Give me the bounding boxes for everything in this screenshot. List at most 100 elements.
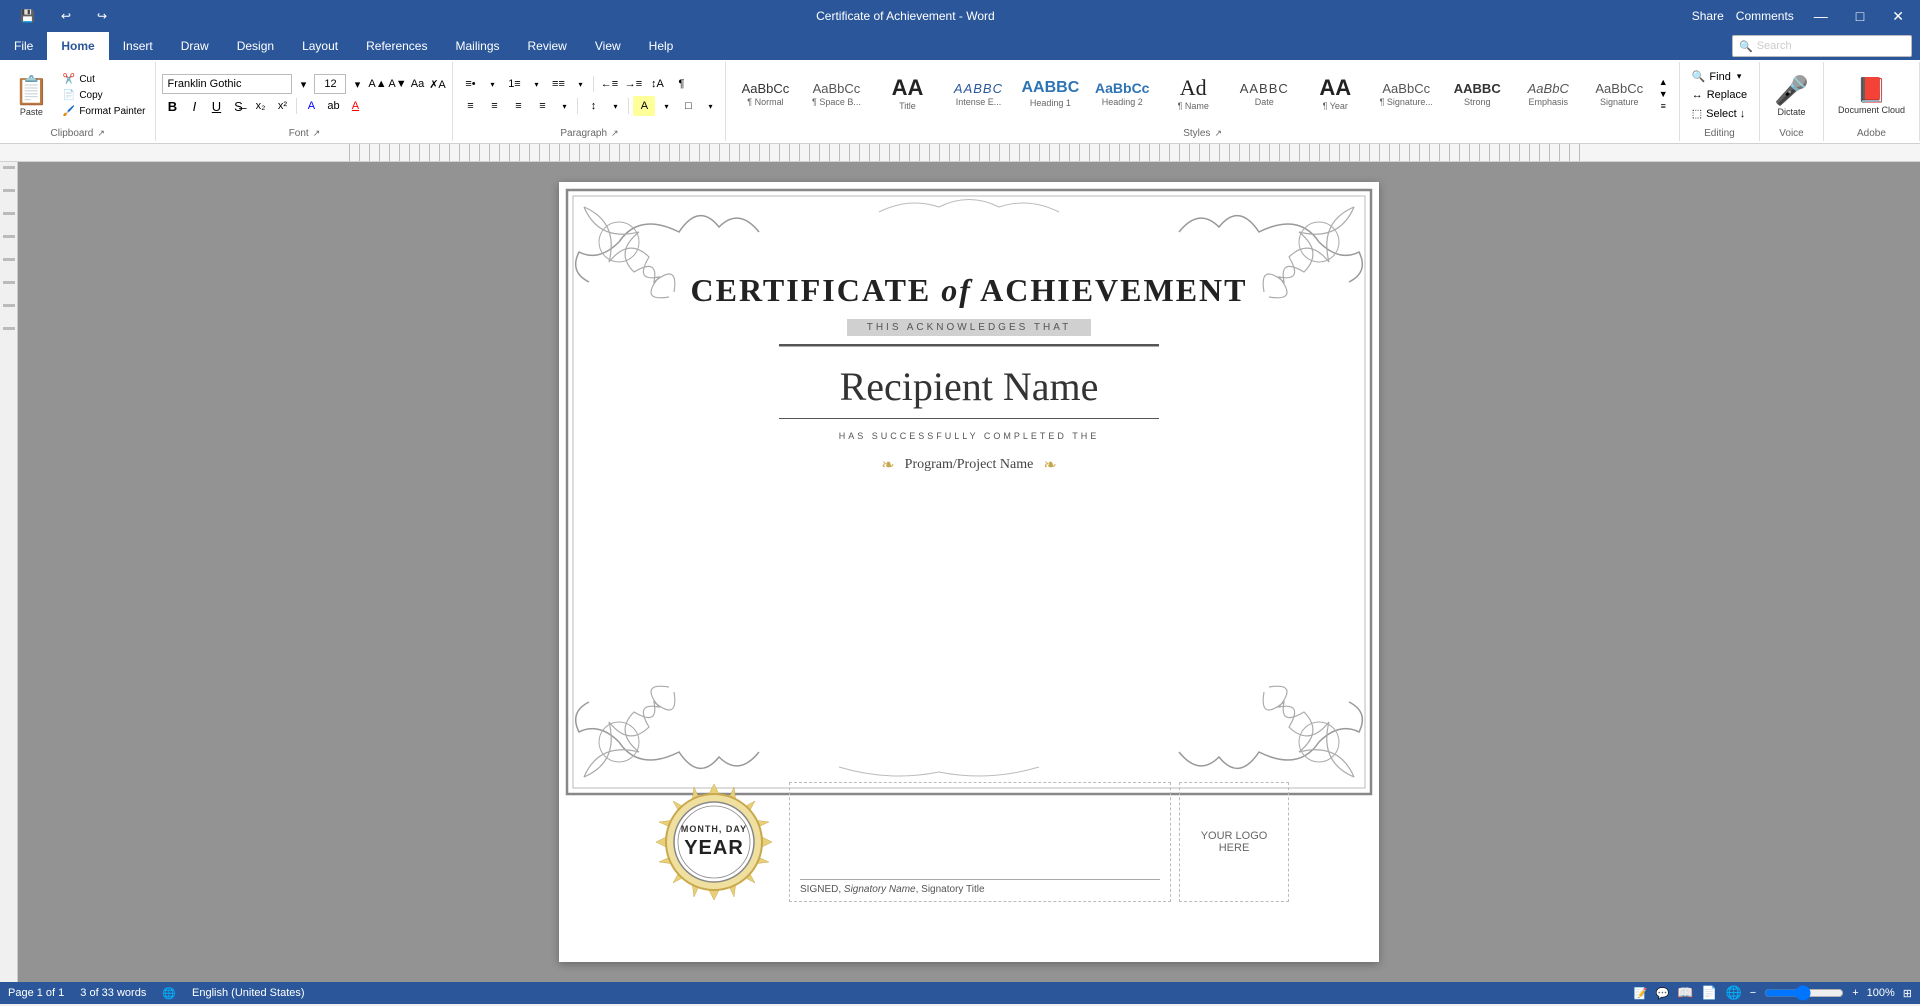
font-color-button[interactable]: A: [345, 96, 365, 116]
style-emphasis[interactable]: AaBbC Emphasis: [1513, 64, 1583, 124]
style-space-before[interactable]: AaBbCc ¶ Space B...: [801, 64, 871, 124]
quick-access-undo[interactable]: ↩: [49, 5, 83, 27]
clear-formatting-button[interactable]: ✗A: [428, 75, 446, 93]
paragraph-expand-icon[interactable]: ↗: [611, 128, 619, 139]
font-shrink-button[interactable]: A▼: [388, 75, 406, 93]
style-name[interactable]: Ad ¶ Name: [1158, 64, 1228, 124]
strikethrough-button[interactable]: S̶: [228, 96, 248, 116]
copy-button[interactable]: 📄 Copy: [59, 88, 150, 103]
alignment-dropdown[interactable]: ▾: [555, 97, 573, 115]
style-intense-emphasis[interactable]: AABBC Intense E...: [943, 64, 1013, 124]
style-year[interactable]: AA ¶ Year: [1300, 64, 1370, 124]
borders-button[interactable]: □: [677, 96, 699, 116]
adobe-button[interactable]: 📕 Document Cloud: [1830, 74, 1913, 117]
document-page[interactable]: CERTIFICATE of ACHIEVEMENT THIS ACKNOWLE…: [559, 182, 1379, 962]
tab-review[interactable]: Review: [514, 32, 581, 60]
styles-scroll-up[interactable]: ▲: [1657, 76, 1669, 88]
underline-button[interactable]: U: [206, 96, 226, 116]
fit-page-button[interactable]: ⊞: [1903, 987, 1912, 1000]
tab-insert[interactable]: Insert: [109, 32, 167, 60]
search-bar[interactable]: 🔍 Search: [1732, 35, 1912, 57]
text-highlight-button[interactable]: ab: [323, 96, 343, 116]
cut-button[interactable]: ✂️ Cut: [59, 72, 150, 87]
find-button[interactable]: 🔍 Find ▾: [1686, 68, 1753, 85]
show-marks-button[interactable]: ¶: [670, 74, 692, 94]
zoom-slider[interactable]: [1764, 985, 1844, 1001]
view-web-button[interactable]: 🌐: [1726, 985, 1742, 1001]
numbering-dropdown[interactable]: ▾: [527, 75, 545, 93]
minimize-button[interactable]: —: [1806, 8, 1836, 24]
align-right-button[interactable]: ≡: [507, 96, 529, 116]
style-date[interactable]: AABBC Date: [1229, 64, 1299, 124]
styles-scroll-more[interactable]: ≡: [1657, 100, 1669, 112]
italic-button[interactable]: I: [184, 96, 204, 116]
line-spacing-button[interactable]: ↕: [582, 96, 604, 116]
quick-access-save[interactable]: 💾: [8, 5, 47, 27]
language-indicator[interactable]: 🌐: [162, 987, 176, 1000]
bullets-dropdown[interactable]: ▾: [483, 75, 501, 93]
replace-button[interactable]: ↔ Replace: [1686, 87, 1753, 103]
styles-expand-icon[interactable]: ↗: [1214, 128, 1222, 139]
decrease-indent-button[interactable]: ←≡: [598, 74, 620, 94]
comments-button[interactable]: Comments: [1736, 9, 1794, 23]
style-normal[interactable]: AaBbCc ¶ Normal: [730, 64, 800, 124]
tab-layout[interactable]: Layout: [288, 32, 352, 60]
bullets-button[interactable]: ≡•: [459, 74, 481, 94]
view-print-button[interactable]: 📄: [1701, 985, 1717, 1001]
status-comments-count[interactable]: 💬: [1656, 987, 1670, 1000]
quick-access-redo[interactable]: ↪: [85, 5, 119, 27]
zoom-out-button[interactable]: −: [1750, 987, 1756, 999]
shading-dropdown[interactable]: ▾: [657, 97, 675, 115]
font-expand-icon[interactable]: ↗: [313, 128, 321, 139]
sort-button[interactable]: ↕A: [646, 74, 668, 94]
numbering-button[interactable]: 1≡: [503, 74, 525, 94]
close-button[interactable]: ✕: [1884, 8, 1912, 25]
tab-design[interactable]: Design: [223, 32, 288, 60]
maximize-button[interactable]: □: [1848, 8, 1872, 24]
font-name-dropdown-icon[interactable]: ▾: [294, 75, 312, 93]
tab-references[interactable]: References: [352, 32, 441, 60]
borders-dropdown[interactable]: ▾: [701, 97, 719, 115]
zoom-in-button[interactable]: +: [1852, 987, 1858, 999]
line-spacing-dropdown[interactable]: ▾: [606, 97, 624, 115]
zoom-level[interactable]: 100%: [1867, 987, 1895, 999]
justify-button[interactable]: ≡: [531, 96, 553, 116]
bold-button[interactable]: B: [162, 96, 182, 116]
font-size-input[interactable]: [314, 74, 346, 94]
style-title[interactable]: AA Title: [872, 64, 942, 124]
clipboard-expand-icon[interactable]: ↗: [97, 128, 105, 139]
align-left-button[interactable]: ≡: [459, 96, 481, 116]
align-center-button[interactable]: ≡: [483, 96, 505, 116]
tab-mailings[interactable]: Mailings: [441, 32, 513, 60]
tab-draw[interactable]: Draw: [167, 32, 223, 60]
font-size-dropdown-icon[interactable]: ▾: [348, 75, 366, 93]
multilevel-dropdown[interactable]: ▾: [571, 75, 589, 93]
subscript-button[interactable]: x₂: [250, 96, 270, 116]
style-heading1[interactable]: AABBC Heading 1: [1014, 64, 1086, 124]
paste-button[interactable]: 📋 Paste: [6, 72, 57, 119]
increase-indent-button[interactable]: →≡: [622, 74, 644, 94]
shading-button[interactable]: A: [633, 96, 655, 116]
tab-file[interactable]: File: [0, 32, 47, 60]
font-grow-button[interactable]: A▲: [368, 75, 386, 93]
style-heading2[interactable]: AaBbCc Heading 2: [1087, 64, 1157, 124]
style-signature2[interactable]: AaBbCc Signature: [1584, 64, 1654, 124]
share-button[interactable]: Share: [1692, 9, 1724, 23]
dictate-button[interactable]: 🎤 Dictate: [1766, 72, 1817, 119]
multilevel-button[interactable]: ≡≡: [547, 74, 569, 94]
tab-help[interactable]: Help: [635, 32, 688, 60]
tab-view[interactable]: View: [581, 32, 635, 60]
font-name-input[interactable]: [162, 74, 292, 94]
status-track-changes[interactable]: 📝: [1634, 987, 1648, 1000]
find-dropdown-icon[interactable]: ▾: [1737, 71, 1742, 82]
tab-home[interactable]: Home: [47, 32, 108, 60]
styles-scroll-down[interactable]: ▼: [1657, 88, 1669, 100]
format-painter-button[interactable]: 🖌️ Format Painter: [59, 104, 150, 119]
text-effects-button[interactable]: A: [301, 96, 321, 116]
style-signature[interactable]: AaBbCc ¶ Signature...: [1371, 64, 1441, 124]
change-case-button[interactable]: Aa: [408, 75, 426, 93]
style-strong[interactable]: AABBC Strong: [1442, 64, 1512, 124]
view-read-button[interactable]: 📖: [1677, 985, 1693, 1001]
select-button[interactable]: ⬚ Select ↓: [1686, 105, 1753, 122]
superscript-button[interactable]: x²: [272, 96, 292, 116]
